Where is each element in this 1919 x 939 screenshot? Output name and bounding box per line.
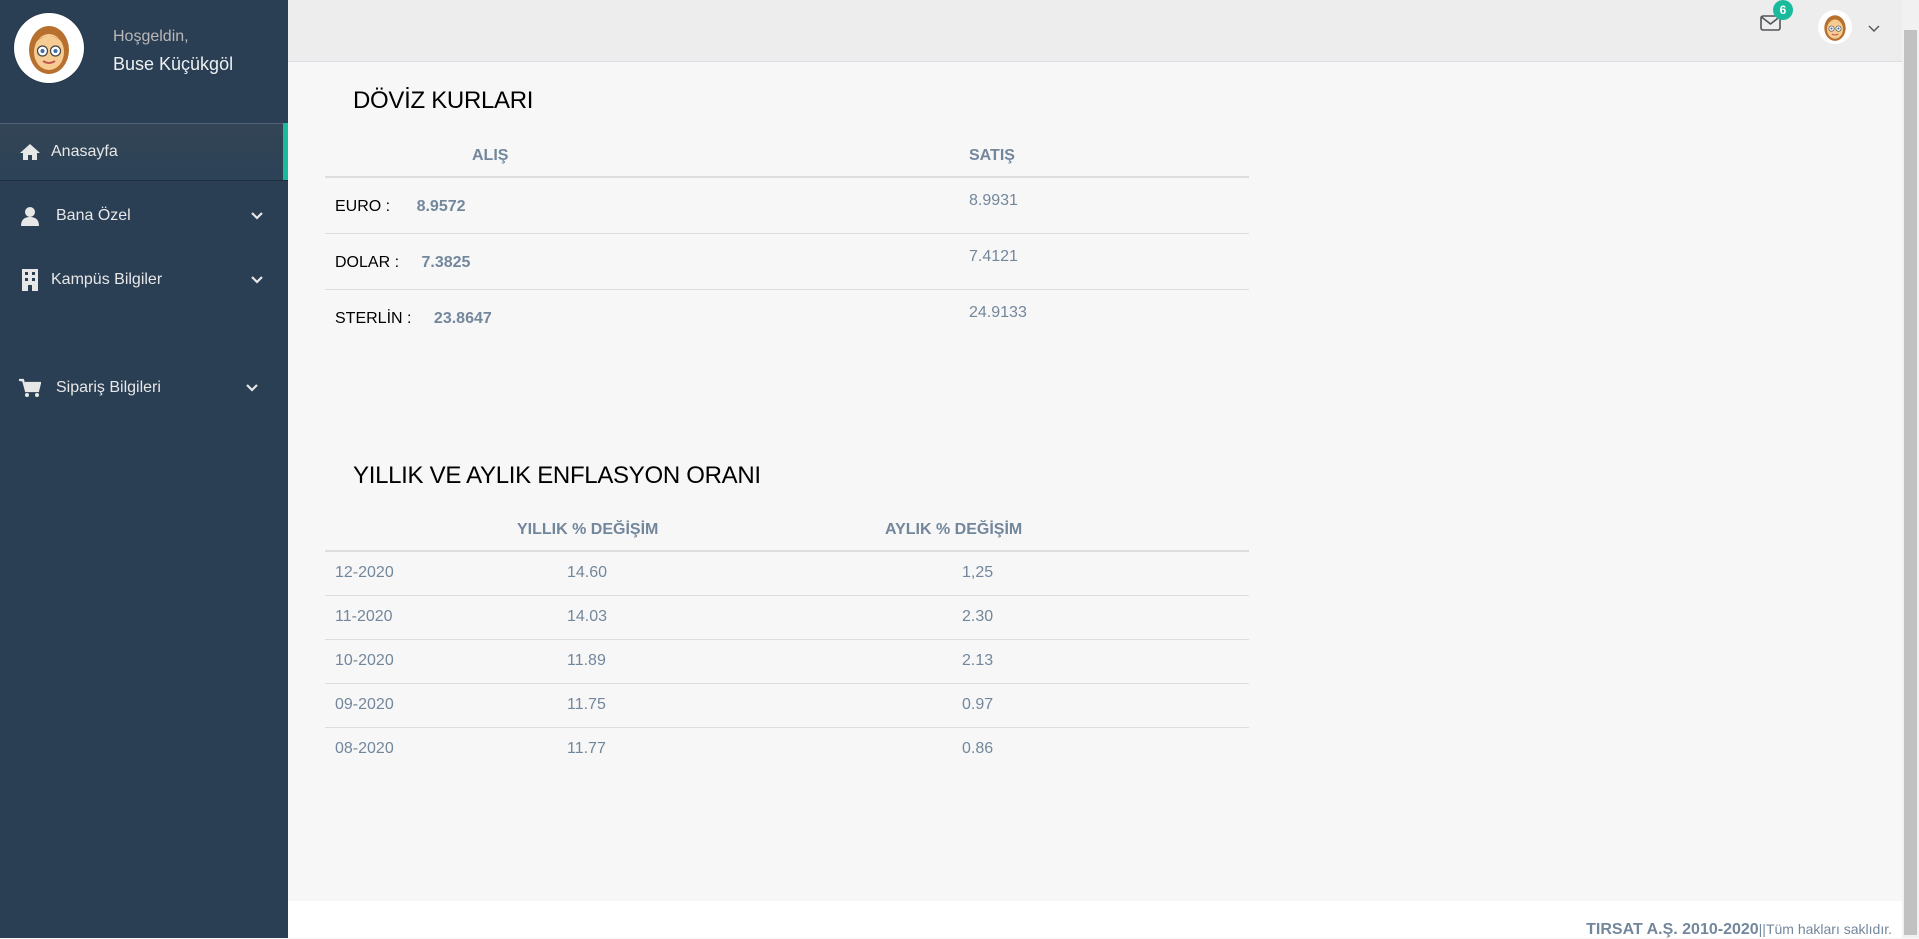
user-menu-avatar[interactable] [1818,10,1852,44]
monthly-cell: 1,25 [885,551,1249,596]
yearly-cell: 14.60 [517,551,885,596]
table-header: YILLIK % DEĞİŞİM AYLIK % DEĞİŞİM [325,510,1249,552]
table-row: 12-2020 14.60 1,25 [325,551,1249,596]
profile-avatar[interactable] [14,13,84,83]
user-menu-chevron-icon[interactable] [1868,20,1882,32]
scrollbar[interactable] [1902,0,1919,938]
table-row: 11-2020 14.03 2.30 [325,595,1249,640]
buy-value: 23.8647 [433,309,492,327]
yearly-cell: 11.75 [517,683,885,728]
footer-rights: ||Tüm hakları saklıdır. [1758,921,1892,937]
avatar-icon [29,26,69,74]
column-header-yearly: YILLIK % DEĞİŞİM [517,510,885,552]
exchange-table: ALIŞ SATIŞ EURO : 8.9572 8.9931 DOLAR : … [325,136,1249,345]
period-cell: 09-2020 [325,683,517,728]
sell-value: 8.9931 [969,177,1249,234]
sidebar-item-anasayfa[interactable]: Anasayfa [0,123,288,180]
exchange-title: DÖVİZ KURLARI [353,87,534,114]
building-icon [18,268,42,291]
table-row: DOLAR : 7.3825 7.4121 [325,233,1249,290]
chevron-down-icon [250,209,264,223]
home-icon [18,142,42,162]
currency-label: STERLİN : [335,309,412,327]
chevron-down-icon [250,273,264,287]
table-row: 10-2020 11.89 2.13 [325,639,1249,684]
sell-value: 7.4121 [969,233,1249,290]
column-header-monthly: AYLIK % DEĞİŞİM [885,510,1249,552]
sidebar-item-bana-ozel[interactable]: Bana Özel [0,187,288,244]
scrollbar-thumb[interactable] [1904,30,1917,935]
sidebar: Hoşgeldin, Buse Küçükgöl Anasayfa Bana Ö… [0,0,288,938]
period-cell: 10-2020 [325,639,517,684]
sidebar-item-kampus-bilgiler[interactable]: Kampüs Bilgiler [0,251,288,308]
monthly-cell: 0.97 [885,683,1249,728]
avatar-icon [1824,15,1846,41]
table-header: ALIŞ SATIŞ [325,136,1249,178]
period-cell: 08-2020 [335,740,394,758]
buy-value: 8.9572 [416,198,466,215]
table-row: 09-2020 11.75 0.97 [325,683,1249,728]
user-icon [18,206,42,226]
yearly-cell: 11.89 [517,639,885,684]
top-navbar: 6 [288,0,1902,62]
table-row: 08-2020 11.77 0.86 [325,727,1249,771]
monthly-cell: 2.30 [885,595,1249,640]
sell-value: 24.9133 [969,303,1027,321]
sidebar-menu: Anasayfa Bana Özel Kampüs Bilgiler Sipar… [0,123,288,416]
chevron-down-icon [245,381,259,395]
monthly-cell: 0.86 [962,740,994,758]
inflation-title: YILLIK VE AYLIK ENFLASYON ORANI [353,462,761,489]
period-cell: 11-2020 [325,595,517,640]
yearly-cell: 14.03 [517,595,885,640]
table-row: EURO : 8.9572 8.9931 [325,177,1249,234]
currency-label: DOLAR : [335,253,400,271]
column-header-buy: ALIŞ [472,136,969,178]
sidebar-item-label: Sipariş Bilgileri [56,378,161,396]
footer-text: TIRSAT A.Ş. 2010-2020||Tüm hakları saklı… [1586,921,1892,939]
table-row: STERLİN : 23.8647 24.9133 [325,289,1249,345]
welcome-text: Hoşgeldin, [113,28,189,45]
period-cell: 12-2020 [325,551,517,596]
footer-company: TIRSAT A.Ş. 2010-2020 [1586,921,1759,938]
sidebar-item-label: Kampüs Bilgiler [51,270,163,288]
footer: TIRSAT A.Ş. 2010-2020||Tüm hakları saklı… [288,901,1902,938]
sidebar-item-siparis-bilgileri[interactable]: Sipariş Bilgileri [0,359,288,416]
username: Buse Küçükgöl [113,54,234,74]
cart-icon [18,378,42,398]
sidebar-item-label: Bana Özel [56,206,131,224]
inflation-table: YILLIK % DEĞİŞİM AYLIK % DEĞİŞİM 12-2020… [325,510,1249,771]
monthly-cell: 2.13 [885,639,1249,684]
currency-label: EURO : [335,198,391,215]
yearly-cell: 11.77 [567,740,606,758]
buy-value: 7.3825 [421,253,471,271]
column-header-sell: SATIŞ [969,136,1249,178]
mail-count-badge: 6 [1773,0,1793,20]
sidebar-item-label: Anasayfa [51,142,118,160]
